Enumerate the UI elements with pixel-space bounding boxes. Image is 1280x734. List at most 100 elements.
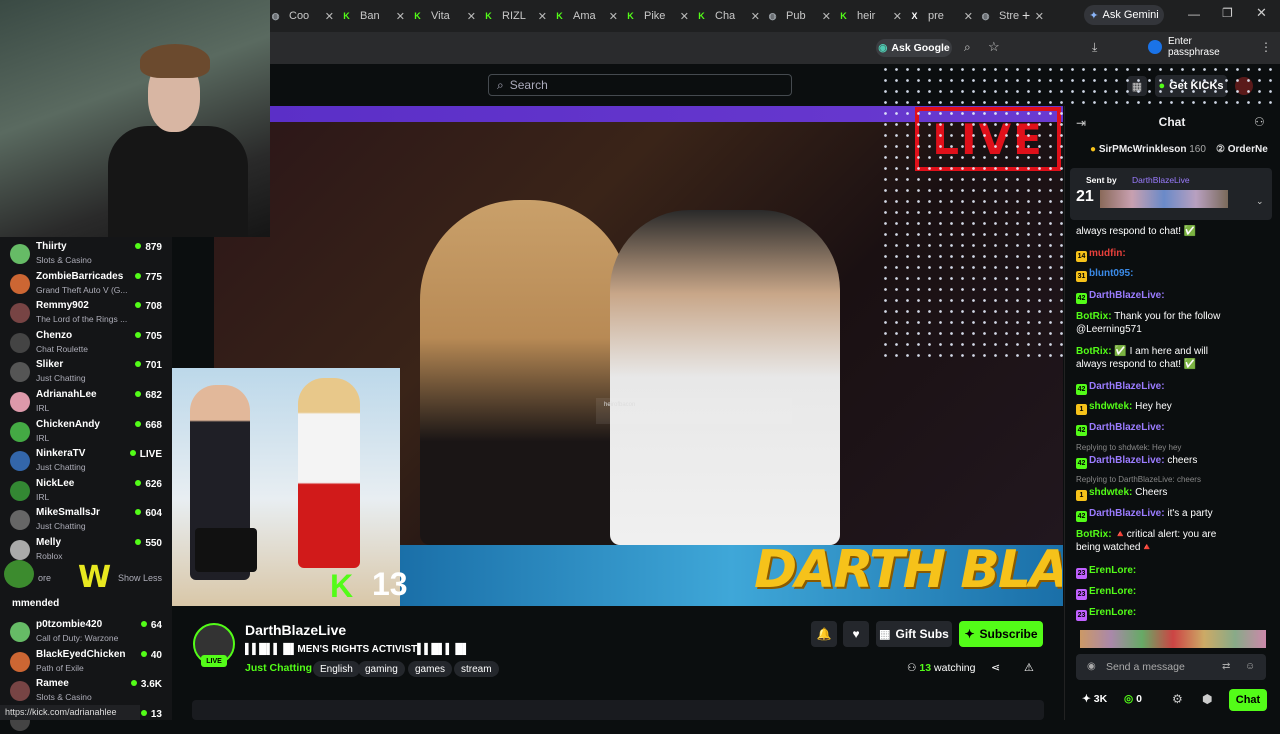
sidebar-channel-item[interactable]: Remmy902 The Lord of the Rings ... 708 [10, 297, 162, 326]
subscribe-button[interactable]: ✦ Subscribe [959, 621, 1043, 647]
emoji-icon[interactable]: ☺ [1245, 661, 1255, 672]
chat-users-icon[interactable]: ⚇ [1254, 115, 1265, 129]
chat-username[interactable]: DarthBlazeLive: [1089, 422, 1165, 433]
chat-username[interactable]: BotRix: [1076, 346, 1112, 357]
gift-subs-button[interactable]: ▦ Gift Subs [876, 621, 952, 647]
sidebar-channel-item[interactable]: MikeSmallsJr Just Chatting 604 [10, 504, 162, 533]
browser-tab[interactable]: K Ban ✕ [341, 4, 405, 28]
browser-tab[interactable]: K Pike ✕ [625, 4, 689, 28]
close-window-icon[interactable]: ✕ [1256, 5, 1267, 21]
browser-tab[interactable]: ◍ Pub ✕ [767, 4, 831, 28]
chat-username[interactable]: ErenLore: [1089, 565, 1136, 576]
minimize-icon[interactable]: — [1188, 7, 1200, 21]
close-tab-icon[interactable]: ✕ [893, 10, 902, 23]
sidebar-channel-item[interactable]: Chenzo Chat Roulette 705 [10, 327, 162, 356]
chat-extension-icon[interactable]: ⬢ [1202, 692, 1212, 706]
sidebar-channel-item[interactable]: ZombieBarricades Grand Theft Auto V (G...… [10, 268, 162, 297]
report-warning-icon[interactable]: ⚠ [1024, 661, 1034, 674]
show-less-button[interactable]: Show Less [118, 573, 162, 583]
browser-tab[interactable]: K Ama ✕ [554, 4, 618, 28]
close-tab-icon[interactable]: ✕ [751, 10, 760, 23]
search-input[interactable]: ⌕ Search [488, 74, 792, 96]
browser-tab[interactable]: K RIZL ✕ [483, 4, 547, 28]
stream-category[interactable]: Just Chatting [245, 662, 312, 674]
browser-tab[interactable]: Xpre ✕ [909, 4, 973, 28]
browser-tab[interactable]: ◍ Coo ✕ [270, 4, 334, 28]
close-tab-icon[interactable]: ✕ [822, 10, 831, 23]
sidebar-channel-item[interactable]: NinkeraTV Just Chatting LIVE [10, 445, 162, 474]
chat-username[interactable]: mudfin: [1089, 248, 1126, 259]
kicks-balance[interactable]: ✦ 3K [1082, 693, 1107, 705]
sidebar-channel-item[interactable]: ChickenAndy IRL 668 [10, 416, 162, 445]
menu-kebab-icon[interactable]: ⋮ [1260, 40, 1272, 54]
download-icon[interactable]: ⤓ [1092, 40, 1097, 55]
close-tab-icon[interactable]: ✕ [680, 10, 689, 23]
show-more-button[interactable]: ore [38, 573, 51, 583]
chat-username[interactable]: ErenLore: [1089, 607, 1136, 618]
chat-settings-dot-icon[interactable]: ◉ [1087, 661, 1096, 672]
clips-icon[interactable]: ▦ [1127, 76, 1147, 96]
chat-username[interactable]: ErenLore: [1089, 586, 1136, 597]
close-tab-icon[interactable]: ✕ [325, 10, 334, 23]
browser-tab[interactable]: Kheir ✕ [838, 4, 902, 28]
chat-username[interactable]: blunt095: [1089, 268, 1133, 279]
translate-icon[interactable]: ⇄ [1222, 661, 1230, 672]
browser-tab[interactable]: ◍ Stre ✕ [980, 4, 1044, 28]
new-tab-button[interactable]: + [1022, 7, 1030, 23]
chat-username[interactable]: DarthBlazeLive: [1089, 455, 1165, 466]
notification-bell-button[interactable]: 🔔 [811, 621, 837, 647]
bookmark-star-icon[interactable]: ☆ [988, 39, 1000, 55]
close-tab-icon[interactable]: ✕ [396, 10, 405, 23]
browser-tab[interactable]: K Vita ✕ [412, 4, 476, 28]
close-tab-icon[interactable]: ✕ [467, 10, 476, 23]
chat-send-button[interactable]: Chat [1229, 689, 1267, 711]
browser-tab-label: Pike [644, 10, 666, 22]
tag-gaming[interactable]: gaming [358, 661, 405, 677]
browser-tab[interactable]: K Cha ✕ [696, 4, 760, 28]
share-icon[interactable]: ⋖ [991, 661, 1000, 674]
close-tab-icon[interactable]: ✕ [1035, 10, 1044, 23]
close-tab-icon[interactable]: ✕ [964, 10, 973, 23]
chat-gear-icon[interactable]: ⚙ [1172, 692, 1183, 706]
chat-username[interactable]: BotRix: [1076, 311, 1112, 322]
tag-english[interactable]: English [313, 661, 360, 677]
channel-avatar [10, 392, 30, 412]
channel-avatar [10, 681, 30, 702]
rank-2-icon: ② [1216, 144, 1225, 155]
ask-google-button[interactable]: ◉ Ask Google [876, 39, 952, 57]
points-icon: ◎ [1124, 693, 1134, 705]
live-overlay-text: LIVE [932, 114, 1044, 164]
sub-badge: 42 [1076, 458, 1087, 469]
emote-bar[interactable] [1080, 630, 1266, 648]
viewer-count: 708 [135, 301, 162, 312]
tag-stream[interactable]: stream [454, 661, 499, 677]
sidebar-channel-item[interactable]: BlackEyedChicken Path of Exile 40 [10, 646, 162, 675]
enter-passphrase-button[interactable]: Enter passphrase [1148, 36, 1246, 58]
zoom-icon[interactable]: ⌕ [964, 40, 971, 55]
close-tab-icon[interactable]: ✕ [609, 10, 618, 23]
tag-games[interactable]: games [408, 661, 453, 677]
chat-username[interactable]: DarthBlazeLive: [1089, 381, 1165, 392]
user-avatar[interactable] [1235, 77, 1253, 95]
ask-gemini-button[interactable]: ✦ Ask Gemini [1084, 5, 1164, 25]
restore-icon[interactable]: ❐ [1222, 6, 1233, 20]
sidebar-channel-item[interactable]: NickLee IRL 626 [10, 475, 162, 504]
sidebar-channel-item[interactable]: Sliker Just Chatting 701 [10, 356, 162, 385]
sidebar-channel-item[interactable]: Ramee Slots & Casino 3.6K [10, 675, 162, 704]
expand-chevron-icon[interactable]: ⌄ [1256, 196, 1264, 207]
chat-username[interactable]: DarthBlazeLive: [1089, 290, 1165, 301]
follow-heart-button[interactable]: ♥ [843, 621, 869, 647]
get-kicks-button[interactable]: ● Get KICKs [1155, 75, 1227, 97]
points-balance[interactable]: ◎ 0 [1124, 693, 1142, 705]
chat-username[interactable]: shdwtek: [1089, 401, 1132, 412]
close-tab-icon[interactable]: ✕ [538, 10, 547, 23]
sidebar-channel-item[interactable]: Thiirty Slots & Casino 879 [10, 238, 162, 267]
sidebar-channel-item[interactable]: p0tzombie420 Call of Duty: Warzone 64 [10, 616, 162, 645]
chat-username[interactable]: BotRix: [1076, 529, 1112, 540]
channel-name[interactable]: DarthBlazeLive [245, 622, 346, 638]
sidebar-channel-item[interactable]: AdrianahLee IRL 682 [10, 386, 162, 415]
chat-username[interactable]: DarthBlazeLive: [1089, 508, 1165, 519]
chat-username[interactable]: shdwtek: [1089, 487, 1132, 498]
chat-message-input[interactable]: Send a message [1076, 654, 1266, 680]
sidebar-channel-item[interactable]: Melly Roblox 550 [10, 534, 162, 563]
